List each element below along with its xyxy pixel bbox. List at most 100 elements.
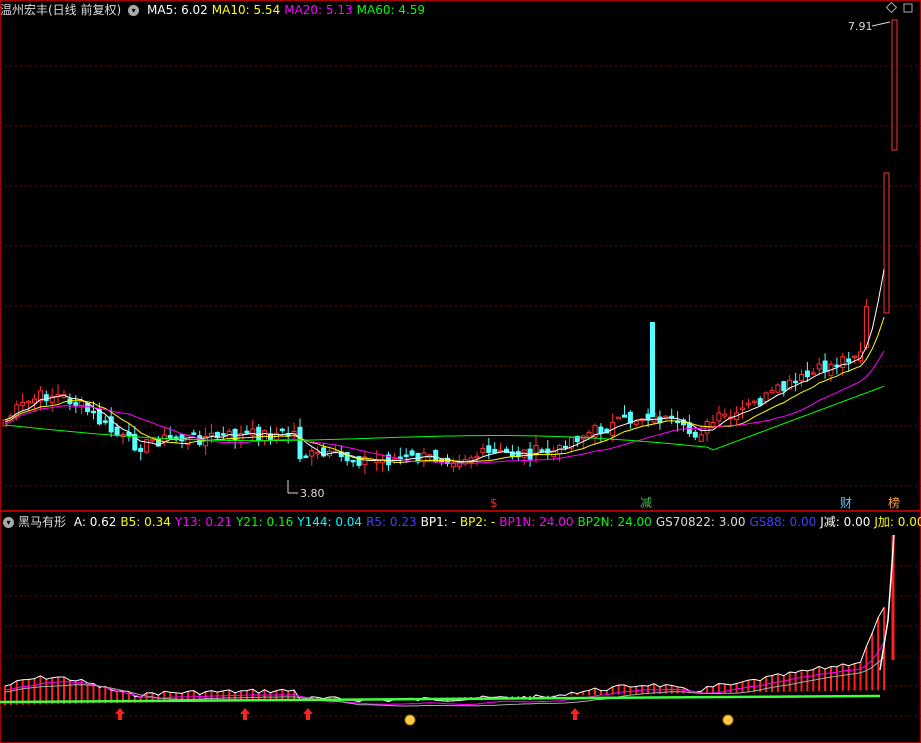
stock-title: 温州宏丰(日线 前复权) [0,3,122,17]
candle-body [20,401,26,406]
candle-body [303,455,309,459]
sub-indicator-0: A: 0.62 [73,515,117,529]
candle-body [740,407,745,410]
candle-body [616,416,622,420]
signal-label: 财 [840,496,852,510]
signal-label: 减 [640,496,652,510]
sub-indicator-5: R5: 0.23 [366,515,417,529]
candle-body [698,434,704,442]
candle-body [852,355,858,359]
main-panel-border [0,0,921,511]
chart-window: 7.91 3.80 $ 减 财 榜 温州宏丰(日线 前复权) ▾ MA5: 6.02 MA10… [0,0,921,743]
candle-body [474,455,480,459]
candle-body [114,426,120,436]
candle-body [622,414,627,418]
candle-body [250,428,256,436]
ma-indicators: MA5: 6.02 MA10: 5.54 MA20: 5.13 MA60: 4.59 [147,3,429,17]
candle-body [79,400,85,406]
buy-arrow-icon [570,708,580,720]
candle-body [745,402,751,406]
candle-body [822,360,828,373]
main-panel-header: 温州宏丰(日线 前复权) ▾ MA5: 6.02 MA10: 5.54 MA20: 5… [0,1,433,19]
sub-indicator-4: Y144: 0.04 [297,515,363,529]
sub-indicator-11: GS88: 0.00 [749,515,817,529]
coin-icon [722,714,734,726]
candle-body [891,19,898,151]
candle-body [816,363,822,370]
candle-body [645,413,651,421]
candle-body [256,426,262,442]
candle-body [692,431,698,438]
sub-indicator-13: J加: 0.00 [874,515,921,529]
buy-arrow-icon [240,708,250,720]
candle-body [751,400,757,404]
candle-body [102,420,108,423]
sub-indicator-1: B5: 0.34 [120,515,171,529]
ma-indicator-2: MA20: 5.13 [284,3,353,17]
candle-body [138,447,144,452]
candle-body [315,451,321,455]
candle-body [710,421,716,427]
candle-body [73,402,79,406]
ma-indicator-1: MA10: 5.54 [211,3,281,17]
candle-body [883,172,890,314]
sub-indicator-12: J减: 0.00 [820,515,871,529]
price-high-label: 7.91 [848,20,873,33]
candle-body [663,415,669,419]
candle-body [309,450,315,457]
candle-body [804,370,810,378]
sub-indicator-7: BP2: - [459,515,496,529]
candle-body [297,426,303,460]
sub-indicator-2: Y13: 0.21 [174,515,233,529]
candle-body [633,420,639,425]
indicator-dropdown-icon[interactable]: ▾ [128,5,140,16]
coin-icon [404,714,416,726]
candle-body [539,449,545,452]
candle-body [722,413,728,417]
candle-body [793,380,799,384]
candle-body [209,432,214,436]
candle-body [397,456,403,460]
sub-panel-border [0,511,921,743]
candle-body [846,358,852,363]
osc-line-a [4,607,885,703]
candle-body [769,389,775,394]
ma-indicator-0: MA5: 6.02 [147,3,208,17]
candle-body [775,384,781,393]
sub-indicator-title: 黑马有形 [18,515,67,529]
candle-body [150,438,155,442]
sub-indicator-dropdown-icon[interactable]: ▾ [3,517,14,528]
sub-panel-header: ▾ 黑马有形 A: 0.62 B5: 0.34 Y13: 0.21 Y21: 0.16 Y… [0,513,921,531]
candle-body [716,412,722,422]
ma-indicator-3: MA60: 4.59 [356,3,426,17]
candle-body [350,459,356,463]
candle-body [32,398,37,404]
candle-body [43,394,49,402]
candle-body [650,322,655,417]
candle-body [91,410,96,414]
signal-label: $ [490,496,498,510]
sub-indicators: A: 0.62 B5: 0.34 Y13: 0.21 Y21: 0.16 Y144: 0… [74,515,921,529]
candle-body [810,372,816,375]
panel-diamond-icon [885,1,898,14]
sub-indicator-3: Y21: 0.16 [236,515,294,529]
candle-body [403,454,409,457]
signal-label: 榜 [888,495,900,510]
chart-canvas[interactable]: 7.91 3.80 $ 减 财 榜 [0,0,921,743]
sub-indicator-9: BP2N: 24.00 [577,515,652,529]
sub-indicator-6: BP1: - [420,515,456,529]
candle-body [279,428,285,432]
candle-body [586,431,592,438]
candle-body [433,450,439,462]
candle-body [480,448,486,453]
candle-body [799,374,804,382]
sub-indicator-10: GS70822: 3.00 [655,515,746,529]
candle-body [26,400,32,404]
candle-body [486,445,492,453]
candle-body [763,392,769,403]
panel-maximize-icon [903,3,913,13]
candle-body [563,445,568,449]
sub-indicator-8: BP1N: 24.00 [499,515,574,529]
candle-body [781,381,787,392]
candle-body [492,448,498,454]
